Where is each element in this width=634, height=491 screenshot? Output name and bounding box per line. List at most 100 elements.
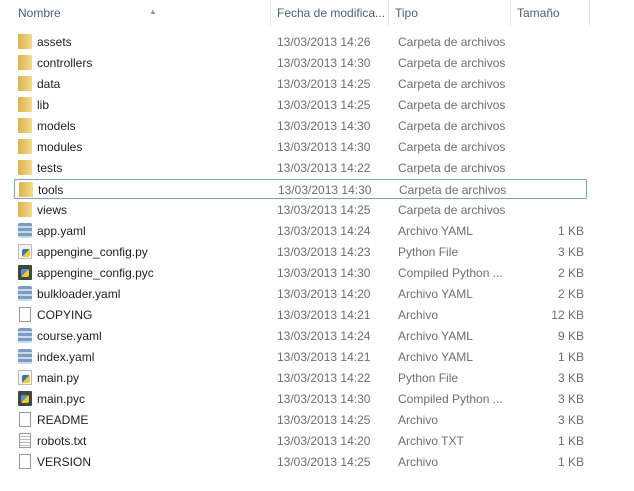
file-size: 2 KB xyxy=(557,287,584,301)
file-row[interactable]: appengine_config.pyc 13/03/2013 14:30 Co… xyxy=(14,263,587,283)
file-row[interactable]: modules 13/03/2013 14:30 Carpeta de arch… xyxy=(14,137,587,157)
file-type: Archivo YAML xyxy=(398,329,473,343)
file-row[interactable]: robots.txt 13/03/2013 14:20 Archivo TXT … xyxy=(14,431,587,451)
column-type-label: Tipo xyxy=(395,6,418,20)
file-row[interactable]: controllers 13/03/2013 14:30 Carpeta de … xyxy=(14,53,587,73)
file-name: modules xyxy=(37,140,83,154)
file-name: COPYING xyxy=(37,308,93,322)
file-name: controllers xyxy=(37,56,93,70)
file-date: 13/03/2013 14:24 xyxy=(277,329,371,343)
file-size: 3 KB xyxy=(557,392,584,406)
file-size: 1 KB xyxy=(557,350,584,364)
file-row[interactable]: README 13/03/2013 14:25 Archivo 3 KB xyxy=(14,410,587,430)
file-date: 13/03/2013 14:30 xyxy=(278,183,372,197)
file-type: Archivo xyxy=(398,413,439,427)
file-name: main.py xyxy=(37,371,80,385)
file-row[interactable]: data 13/03/2013 14:25 Carpeta de archivo… xyxy=(14,74,587,94)
column-size[interactable]: Tamaño xyxy=(511,0,590,26)
file-size: 2 KB xyxy=(557,266,584,280)
file-row[interactable]: models 13/03/2013 14:30 Carpeta de archi… xyxy=(14,116,587,136)
file-name: tests xyxy=(37,161,63,175)
file-size: 1 KB xyxy=(557,455,584,469)
file-date: 13/03/2013 14:25 xyxy=(277,77,371,91)
file-date: 13/03/2013 14:25 xyxy=(277,203,371,217)
file-row[interactable]: VERSION 13/03/2013 14:25 Archivo 1 KB xyxy=(14,452,587,472)
file-date: 13/03/2013 14:30 xyxy=(277,56,371,70)
sort-ascending-icon: ▲ xyxy=(149,7,157,16)
file-row[interactable]: main.py 13/03/2013 14:22 Python File 3 K… xyxy=(14,368,587,388)
column-size-label: Tamaño xyxy=(517,6,560,20)
file-row[interactable]: index.yaml 13/03/2013 14:21 Archivo YAML… xyxy=(14,347,587,367)
file-name: data xyxy=(37,77,61,91)
file-type: Compiled Python ... xyxy=(398,392,503,406)
file-size: 3 KB xyxy=(557,245,584,259)
file-type: Carpeta de archivos xyxy=(398,140,506,154)
file-name: views xyxy=(37,203,68,217)
py-file-icon xyxy=(18,370,32,385)
file-date: 13/03/2013 14:26 xyxy=(277,35,371,49)
file-name: models xyxy=(37,119,76,133)
file-row[interactable]: tools 13/03/2013 14:30 Carpeta de archiv… xyxy=(14,179,587,199)
file-row[interactable]: lib 13/03/2013 14:25 Carpeta de archivos xyxy=(14,95,587,115)
file-name: lib xyxy=(37,98,50,112)
file-type: Carpeta de archivos xyxy=(398,77,506,91)
column-name[interactable]: Nombre ▲ xyxy=(12,0,271,26)
file-type: Archivo YAML xyxy=(398,287,473,301)
file-type: Archivo TXT xyxy=(398,434,464,448)
file-type: Carpeta de archivos xyxy=(398,35,506,49)
file-date: 13/03/2013 14:22 xyxy=(277,161,371,175)
file-row[interactable]: course.yaml 13/03/2013 14:24 Archivo YAM… xyxy=(14,326,587,346)
folder-icon xyxy=(18,55,32,70)
folder-icon xyxy=(18,118,32,133)
file-date: 13/03/2013 14:24 xyxy=(277,224,371,238)
file-date: 13/03/2013 14:23 xyxy=(277,245,371,259)
file-type: Carpeta de archivos xyxy=(398,203,506,217)
file-row[interactable]: bulkloader.yaml 13/03/2013 14:20 Archivo… xyxy=(14,284,587,304)
file-row[interactable]: tests 13/03/2013 14:22 Carpeta de archiv… xyxy=(14,158,587,178)
file-row[interactable]: views 13/03/2013 14:25 Carpeta de archiv… xyxy=(14,200,587,220)
file-date: 13/03/2013 14:30 xyxy=(277,119,371,133)
py-file-icon xyxy=(18,244,32,259)
folder-icon xyxy=(18,97,32,112)
folder-icon xyxy=(18,160,32,175)
file-name: main.pyc xyxy=(37,392,86,406)
folder-icon xyxy=(18,76,32,91)
file-date: 13/03/2013 14:21 xyxy=(277,350,371,364)
file-name: index.yaml xyxy=(37,350,95,364)
file-row[interactable]: assets 13/03/2013 14:26 Carpeta de archi… xyxy=(14,32,587,52)
pyc-file-icon xyxy=(18,265,32,280)
file-date: 13/03/2013 14:22 xyxy=(277,371,371,385)
column-type[interactable]: Tipo xyxy=(389,0,511,26)
file-row[interactable]: appengine_config.py 13/03/2013 14:23 Pyt… xyxy=(14,242,587,262)
file-date: 13/03/2013 14:20 xyxy=(277,287,371,301)
file-row[interactable]: app.yaml 13/03/2013 14:24 Archivo YAML 1… xyxy=(14,221,587,241)
column-date[interactable]: Fecha de modifica... xyxy=(271,0,389,26)
file-name: bulkloader.yaml xyxy=(37,287,121,301)
yaml-file-icon xyxy=(18,328,32,343)
file-name: VERSION xyxy=(37,455,92,469)
file-file-icon xyxy=(19,454,31,469)
file-row[interactable]: main.pyc 13/03/2013 14:30 Compiled Pytho… xyxy=(14,389,587,409)
file-name: appengine_config.pyc xyxy=(37,266,154,280)
file-date: 13/03/2013 14:30 xyxy=(277,266,371,280)
file-type: Archivo xyxy=(398,455,439,469)
pyc-file-icon xyxy=(18,391,32,406)
file-size: 9 KB xyxy=(557,329,584,343)
file-date: 13/03/2013 14:25 xyxy=(277,455,371,469)
file-name: robots.txt xyxy=(37,434,87,448)
file-date: 13/03/2013 14:20 xyxy=(277,434,371,448)
file-size: 1 KB xyxy=(557,224,584,238)
file-name: assets xyxy=(37,35,72,49)
file-row[interactable]: COPYING 13/03/2013 14:21 Archivo 12 KB xyxy=(14,305,587,325)
file-file-icon xyxy=(19,307,31,322)
folder-icon xyxy=(18,202,32,217)
file-name: README xyxy=(37,413,89,427)
file-type: Carpeta de archivos xyxy=(398,119,506,133)
file-type: Carpeta de archivos xyxy=(398,161,506,175)
file-name: app.yaml xyxy=(37,224,86,238)
column-date-label: Fecha de modifica... xyxy=(277,6,386,20)
file-size: 12 KB xyxy=(551,308,584,322)
txt-file-icon xyxy=(19,433,31,448)
file-type: Archivo YAML xyxy=(398,350,473,364)
file-type: Carpeta de archivos xyxy=(399,183,507,197)
